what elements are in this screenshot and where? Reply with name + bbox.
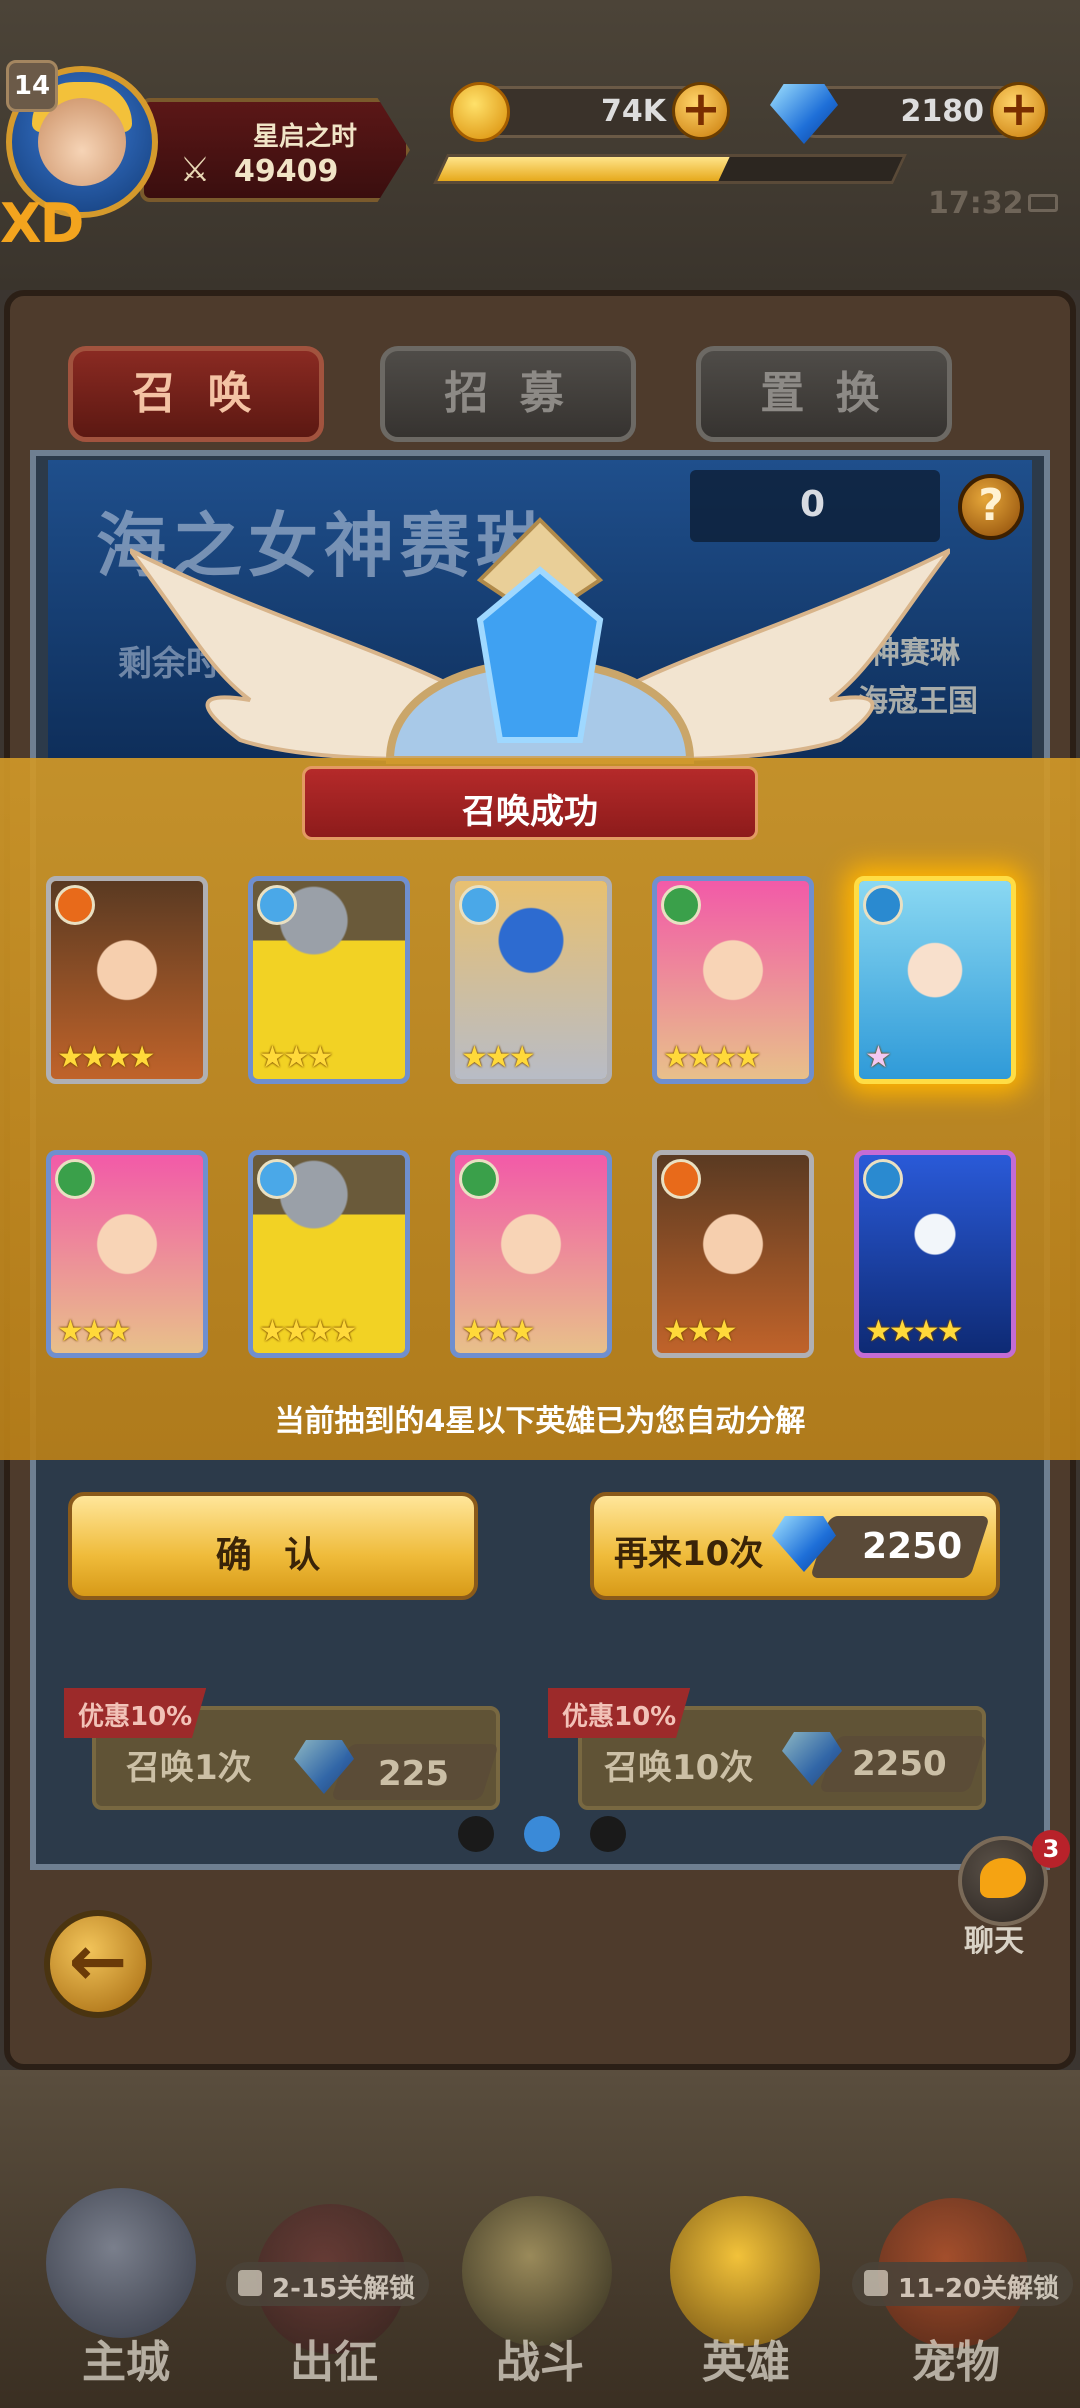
nav-battle[interactable]: 战斗: [450, 2326, 630, 2390]
player-power: 49409: [234, 154, 339, 189]
exp-bar: [433, 154, 907, 184]
star-rating: ★★★: [461, 1314, 536, 1349]
star-rating: ★★★★: [57, 1040, 156, 1075]
fire-element-icon: [661, 1159, 701, 1199]
ice-element-icon: [459, 885, 499, 925]
ice-element-icon: [257, 1159, 297, 1199]
hero-icon[interactable]: [670, 2196, 820, 2346]
page-dot-active[interactable]: [524, 1816, 560, 1852]
chat-label: 聊天: [964, 1924, 1024, 1959]
hero-card-pink-hair-girl[interactable]: ★★★★: [652, 876, 814, 1084]
hero-card-pink-hair-girl[interactable]: ★★★: [450, 1150, 612, 1358]
fire-element-icon: [55, 885, 95, 925]
nav-hero[interactable]: 英雄: [656, 2326, 836, 2390]
battle-icon[interactable]: [462, 2196, 612, 2346]
hero-card-pilot-girl[interactable]: ★★★: [652, 1150, 814, 1358]
star-rating: ★★★★: [865, 1314, 964, 1349]
pet-lock-text: 11-20关解锁: [898, 2274, 1060, 2304]
expedition-lock-text: 2-15关解锁: [272, 2274, 416, 2304]
help-button[interactable]: ?: [958, 474, 1024, 540]
page-dot[interactable]: [590, 1816, 626, 1852]
back-button[interactable]: ←: [44, 1910, 152, 2018]
hero-card-pink-hair-girl[interactable]: ★★★: [46, 1150, 208, 1358]
discount-tag: 优惠10%: [548, 1688, 691, 1738]
coin-value: 74K: [601, 94, 666, 129]
tab-summon[interactable]: 召 唤: [68, 346, 324, 442]
chat-bubble-icon: [980, 1858, 1026, 1898]
arrow-left-icon: ←: [68, 1920, 128, 2002]
nav-pet[interactable]: 宠物: [866, 2326, 1046, 2390]
nature-element-icon: [459, 1159, 499, 1199]
nature-element-icon: [661, 885, 701, 925]
discount-tag: 优惠10%: [64, 1688, 207, 1738]
hero-card-viking-blob[interactable]: ★★★★: [248, 1150, 410, 1358]
corner-text: XD: [0, 192, 84, 255]
exp-bar-fill: [437, 157, 731, 181]
nav-main-city[interactable]: 主城: [36, 2326, 216, 2390]
add-gem-button[interactable]: +: [990, 82, 1048, 140]
ice-element-icon: [257, 885, 297, 925]
winged-crystal-emblem: [130, 517, 950, 764]
player-level-badge: 14: [6, 60, 58, 112]
page-dot[interactable]: [458, 1816, 494, 1852]
summon-ten-label: 召唤10次: [604, 1748, 754, 1788]
coin-icon: [450, 82, 510, 142]
clock: 17:32: [928, 186, 1024, 221]
lock-icon: [864, 2270, 888, 2296]
star-rating: ★★★: [259, 1040, 334, 1075]
summon-again-price: 2250: [862, 1526, 963, 1567]
star-rating: ★★★★: [663, 1040, 762, 1075]
tab-recruit[interactable]: 招 募: [380, 346, 636, 442]
water-element-icon: [863, 885, 903, 925]
water-element-icon: [863, 1159, 903, 1199]
battery-icon: [1028, 194, 1058, 212]
crystal-icon: [476, 566, 604, 743]
lock-icon: [238, 2270, 262, 2296]
crossed-swords-icon: ⚔: [179, 150, 211, 190]
nav-expedition[interactable]: 出征: [244, 2326, 424, 2390]
auto-decompose-notice: 当前抽到的4星以下英雄已为您自动分解: [274, 1404, 806, 1439]
summon-ten-price: 2250: [852, 1744, 947, 1784]
castle-icon[interactable]: [46, 2188, 196, 2338]
hero-card-armored-knight[interactable]: ★★★: [450, 876, 612, 1084]
player-name: 星启之时: [252, 122, 357, 152]
hero-card-viking-blob[interactable]: ★★★: [248, 876, 410, 1084]
summon-again-label: 再来10次: [614, 1534, 764, 1574]
hero-card-pilot-girl[interactable]: ★★★★: [46, 876, 208, 1084]
hero-card-sea-goddess[interactable]: ★: [854, 876, 1016, 1084]
gem-value: 2180: [900, 94, 985, 129]
star-rating: ★★★: [461, 1040, 536, 1075]
confirm-button-label: 确 认: [215, 1535, 331, 1576]
hero-card-shark-warrior[interactable]: ★★★★: [854, 1150, 1016, 1358]
star-rating: ★: [865, 1040, 892, 1075]
nature-element-icon: [55, 1159, 95, 1199]
star-rating: ★★★★: [259, 1314, 358, 1349]
tab-exchange[interactable]: 置 换: [696, 346, 952, 442]
expedition-lock-tag: 2-15关解锁: [226, 2262, 430, 2306]
summon-once-label: 召唤1次: [126, 1748, 252, 1788]
summon-once-price: 225: [378, 1754, 449, 1794]
star-rating: ★★★: [57, 1314, 132, 1349]
star-rating: ★★★: [663, 1314, 738, 1349]
add-coin-button[interactable]: +: [672, 82, 730, 140]
pet-lock-tag: 11-20关解锁: [852, 2262, 1074, 2306]
chat-unread-badge: 3: [1032, 1830, 1070, 1868]
result-title: 召唤成功: [462, 792, 598, 832]
